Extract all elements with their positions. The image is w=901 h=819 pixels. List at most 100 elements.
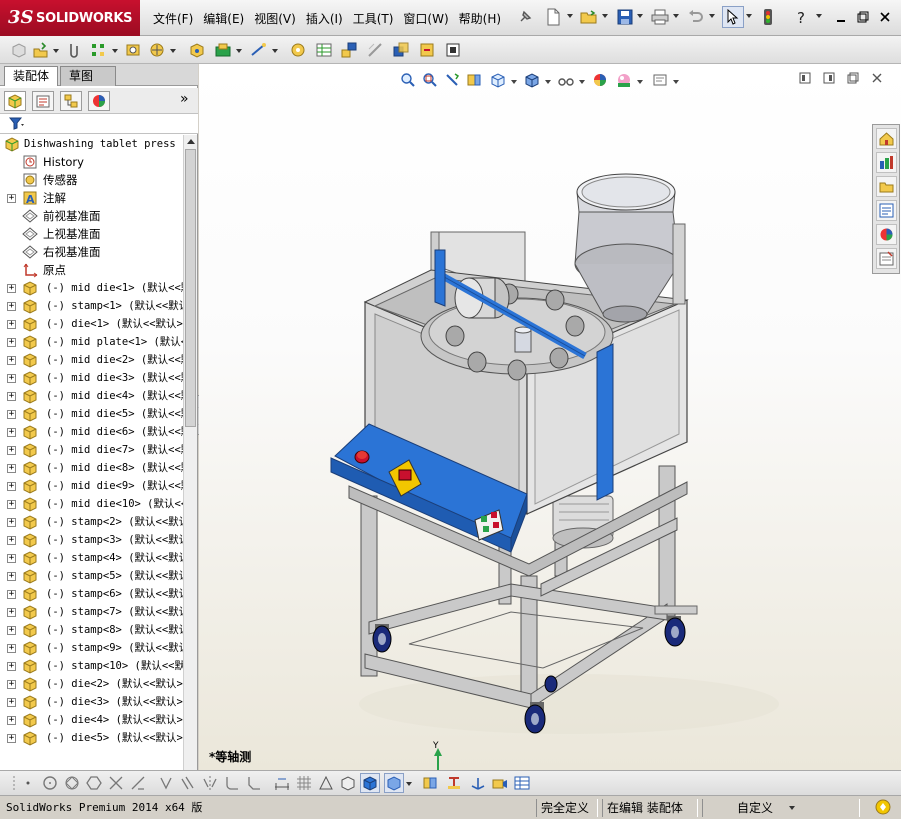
- offset-entities-icon[interactable]: [178, 773, 198, 793]
- expand-toggle[interactable]: +: [7, 392, 16, 401]
- menu-insert[interactable]: 插入(I): [301, 10, 348, 28]
- tree-root-assembly[interactable]: Dishwashing tablet press: [0, 135, 183, 153]
- expand-toggle[interactable]: +: [7, 194, 16, 203]
- expand-toggle[interactable]: +: [7, 284, 16, 293]
- grid-icon[interactable]: [294, 773, 314, 793]
- assembly-features-dropdown-icon[interactable]: [236, 49, 242, 53]
- tree-item-component[interactable]: + (-) mid die<1> (默认<<默: [0, 279, 183, 297]
- dimension-icon[interactable]: [272, 773, 292, 793]
- tree-item-component[interactable]: + (-) stamp<1> (默认<<默认: [0, 297, 183, 315]
- tree-item-component[interactable]: + (-) stamp<9> (默认<<默认: [0, 639, 183, 657]
- minimize-icon[interactable]: [830, 6, 852, 28]
- tree-item-component[interactable]: + (-) stamp<7> (默认<<默认: [0, 603, 183, 621]
- menu-edit[interactable]: 编辑(E): [198, 10, 249, 28]
- expand-toggle[interactable]: +: [7, 428, 16, 437]
- display-manager-icon[interactable]: [88, 91, 110, 111]
- expand-toggle[interactable]: +: [7, 572, 16, 581]
- tablet-press-model[interactable]: [199, 64, 901, 770]
- expand-toggle[interactable]: +: [7, 554, 16, 563]
- expand-toggle[interactable]: +: [7, 518, 16, 527]
- help-dropdown-icon[interactable]: [816, 14, 822, 18]
- tree-item-history[interactable]: History: [0, 153, 183, 171]
- close-icon[interactable]: [874, 6, 896, 28]
- show-hidden-components-icon[interactable]: [186, 39, 208, 61]
- tree-item-component[interactable]: + (-) die<1> (默认<<默认>: [0, 315, 183, 333]
- camera-view-icon[interactable]: [490, 773, 510, 793]
- smart-fasteners-icon[interactable]: [122, 39, 144, 61]
- section-component-icon[interactable]: [420, 773, 440, 793]
- expand-toggle[interactable]: +: [7, 464, 16, 473]
- file-explorer-icon[interactable]: [876, 176, 897, 197]
- 3d-box-icon[interactable]: [338, 773, 358, 793]
- clearance-verification-icon[interactable]: [416, 39, 438, 61]
- expand-toggle[interactable]: +: [7, 356, 16, 365]
- convert-entities-icon[interactable]: [156, 773, 176, 793]
- insert-component-dropdown-icon[interactable]: [53, 49, 59, 53]
- undo-dropdown-icon[interactable]: [709, 14, 715, 18]
- print-icon[interactable]: [649, 6, 671, 28]
- pattern-dropdown-icon[interactable]: [112, 49, 118, 53]
- configuration-manager-icon[interactable]: [60, 91, 82, 111]
- filter-funnel-icon[interactable]: [9, 117, 25, 130]
- tree-item-component[interactable]: + (-) mid die<10> (默认<<: [0, 495, 183, 513]
- feature-manager-icon[interactable]: [4, 91, 26, 111]
- fillet-icon[interactable]: [222, 773, 242, 793]
- graphics-area[interactable]: Y X Z *等轴测: [199, 64, 901, 770]
- tree-item-sensors[interactable]: 传感器: [0, 171, 183, 189]
- reference-geometry-icon[interactable]: [248, 39, 270, 61]
- tree-item-right-plane[interactable]: 右视基准面: [0, 243, 183, 261]
- point-icon[interactable]: [18, 773, 38, 793]
- appearances-scenes-icon[interactable]: [876, 224, 897, 245]
- trim-icon[interactable]: [106, 773, 126, 793]
- display-delete-relations-icon[interactable]: [316, 773, 336, 793]
- open-folder-icon[interactable]: [578, 6, 600, 28]
- menu-window[interactable]: 窗口(W): [398, 10, 453, 28]
- expand-toggle[interactable]: +: [7, 716, 16, 725]
- tree-item-component[interactable]: + (-) mid die<5> (默认<<默: [0, 405, 183, 423]
- undo-icon[interactable]: [685, 6, 707, 28]
- design-library-icon[interactable]: [876, 152, 897, 173]
- tree-item-component[interactable]: + (-) die<4> (默认<<默认>: [0, 711, 183, 729]
- assembly-ghost-icon[interactable]: [8, 39, 30, 61]
- tab-sketch[interactable]: 草图: [60, 66, 116, 86]
- instant3d-icon[interactable]: [442, 39, 464, 61]
- tree-item-component[interactable]: + (-) stamp<3> (默认<<默认: [0, 531, 183, 549]
- expand-toggle[interactable]: +: [7, 626, 16, 635]
- quick-tips-icon[interactable]: [874, 798, 892, 816]
- open-dropdown-icon[interactable]: [602, 14, 608, 18]
- tab-assembly[interactable]: 装配体: [4, 66, 58, 86]
- shaded-icon[interactable]: [384, 773, 404, 793]
- tree-item-component[interactable]: + (-) stamp<10> (默认<<默: [0, 657, 183, 675]
- explode-line-sketch-icon[interactable]: [364, 39, 386, 61]
- expand-toggle[interactable]: +: [7, 482, 16, 491]
- tree-item-origin[interactable]: 原点: [0, 261, 183, 279]
- menu-help[interactable]: 帮助(H): [454, 10, 506, 28]
- expand-toggle[interactable]: +: [7, 320, 16, 329]
- exploded-view-icon[interactable]: [338, 39, 360, 61]
- tree-item-component[interactable]: + (-) mid die<7> (默认<<默: [0, 441, 183, 459]
- property-manager-icon[interactable]: [32, 91, 54, 111]
- expand-panel-icon[interactable]: »: [180, 91, 189, 107]
- polygon-icon[interactable]: [62, 773, 82, 793]
- menu-tools[interactable]: 工具(T): [348, 10, 399, 28]
- expand-toggle[interactable]: +: [7, 608, 16, 617]
- scroll-up-icon[interactable]: [187, 139, 195, 144]
- mate-reference-icon[interactable]: [444, 773, 464, 793]
- extend-icon[interactable]: [128, 773, 148, 793]
- print-dropdown-icon[interactable]: [673, 14, 679, 18]
- rebuild-traffic-light-icon[interactable]: [757, 6, 779, 28]
- tree-item-component[interactable]: + (-) die<2> (默认<<默认>: [0, 675, 183, 693]
- select-dropdown-icon[interactable]: [746, 14, 752, 18]
- table-grid-icon[interactable]: [512, 773, 532, 793]
- hexagon-icon[interactable]: [84, 773, 104, 793]
- expand-toggle[interactable]: +: [7, 302, 16, 311]
- tree-item-component[interactable]: + (-) mid die<6> (默认<<默: [0, 423, 183, 441]
- tree-item-component[interactable]: + (-) die<5> (默认<<默认>: [0, 729, 183, 747]
- tree-scrollbar[interactable]: [183, 135, 197, 811]
- mirror-entities-icon[interactable]: [200, 773, 220, 793]
- linear-pattern-icon[interactable]: [88, 39, 110, 61]
- save-icon[interactable]: [614, 6, 636, 28]
- bill-of-materials-icon[interactable]: [313, 39, 335, 61]
- expand-toggle[interactable]: +: [7, 338, 16, 347]
- tree-item-annotations[interactable]: + A 注解: [0, 189, 183, 207]
